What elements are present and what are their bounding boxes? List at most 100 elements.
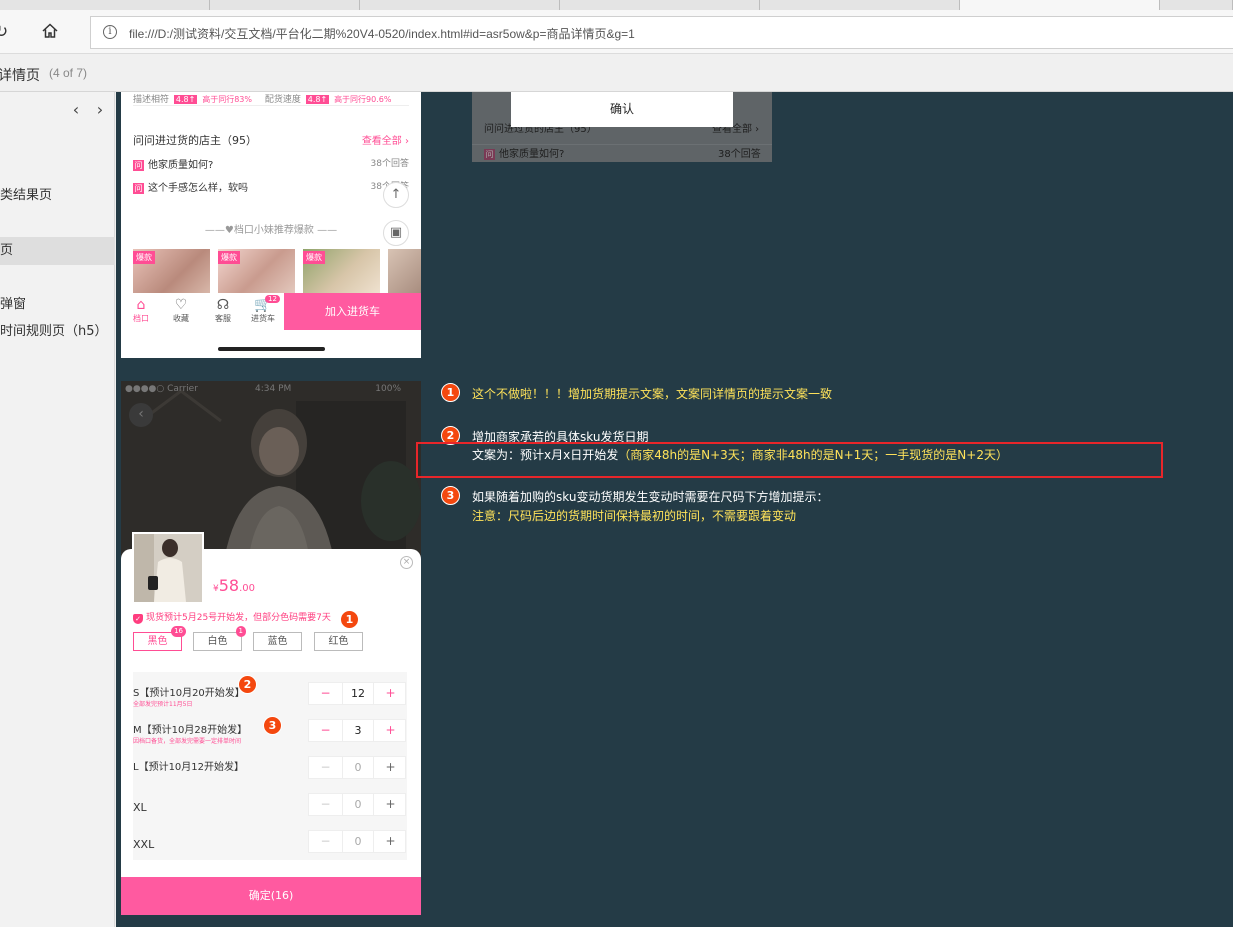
quantity-input[interactable]: 0 (342, 831, 374, 852)
qa-answer-count: 38个回答 (718, 149, 761, 160)
rating-desc-score: 4.8↑ (173, 95, 198, 104)
quantity-input[interactable]: 12 (342, 683, 374, 704)
browser-tab[interactable] (0, 0, 210, 10)
home-icon[interactable] (40, 21, 60, 41)
close-icon[interactable]: × (400, 556, 413, 569)
hot-tag: 爆款 (303, 251, 325, 264)
size-row-s: S【预计10月20开始发】 全部发完预计11月5日 − 12 + (133, 682, 407, 714)
size-label: XXL (133, 838, 155, 851)
quantity-stepper: − 3 + (308, 719, 406, 742)
back-button[interactable]: ‹ (129, 403, 153, 427)
size-row-xxl: XXL − 0 + (133, 830, 407, 862)
increment-button[interactable]: + (374, 720, 407, 741)
product-thumb[interactable]: 爆款 (218, 249, 295, 293)
decrement-button[interactable]: − (309, 794, 342, 815)
qa-item[interactable]: 问他家质量如何? 38个回答 (133, 156, 409, 172)
size-label: M【预计10月28开始发】 (133, 725, 248, 736)
tab-cart[interactable]: 🛒 12 进货车 (248, 295, 280, 324)
url-input[interactable]: i file:///D:/测试资料/交互文档/平台化二期%20V4-0520/i… (90, 16, 1233, 49)
color-option-red[interactable]: 红色 (314, 632, 363, 651)
confirm-button[interactable]: 确定(16) (121, 877, 421, 915)
info-icon[interactable]: i (103, 25, 117, 39)
quantity-input[interactable]: 0 (342, 757, 374, 778)
rating-ship-score: 4.8↑ (305, 95, 330, 104)
divider (133, 105, 409, 106)
hot-tag: 爆款 (218, 251, 240, 264)
sidebar-item-search-result[interactable]: 类结果页 (0, 182, 115, 210)
browser-tab[interactable] (560, 0, 760, 10)
next-page-icon[interactable]: › (93, 100, 107, 119)
qa-item[interactable]: 问这个手感怎么样，软吗 38个回答 (133, 179, 409, 195)
qa-badge: 问 (133, 182, 144, 194)
qa-question: 这个手感怎么样，软吗 (148, 183, 248, 194)
browser-tab[interactable] (360, 0, 560, 10)
prototype-canvas: 描述相符 4.8↑ 高于同行83% 配货速度 4.8↑ 高于同行90.6% 问问… (116, 92, 1233, 927)
address-bar-row: ↻ i file:///D:/测试资料/交互文档/平台化二期%20V4-0520… (0, 10, 1233, 54)
decrement-button[interactable]: − (309, 831, 342, 852)
rating-desc-sub: 高于同行83% (202, 95, 252, 104)
tab-shop[interactable]: ⌂ 档口 (126, 297, 156, 324)
battery-label: 100% (375, 384, 401, 394)
qa-item: 问他家质量如何? (484, 148, 565, 160)
annotation-note-3-body: 注意：尺码后边的货期时间保持最初的时间，不需要跟着变动 (472, 509, 797, 523)
quantity-stepper: − 0 + (308, 756, 406, 779)
size-list: S【预计10月20开始发】 全部发完预计11月5日 − 12 + M【预计10月… (133, 672, 407, 860)
increment-button[interactable]: + (374, 757, 407, 778)
add-to-cart-button[interactable]: 加入进货车 (284, 293, 421, 330)
size-hint: 全部发完预计11月5日 (133, 701, 193, 708)
browser-tab[interactable] (210, 0, 360, 10)
decrement-button[interactable]: − (309, 757, 342, 778)
sidebar-item-popup[interactable]: 弹窗 (0, 291, 115, 319)
browser-tab-active[interactable] (960, 0, 1160, 10)
browser-tab-strip (0, 0, 1233, 10)
tab-favorite[interactable]: ♡ 收藏 (166, 297, 196, 324)
increment-button[interactable]: + (374, 831, 407, 852)
product-thumbnail (132, 532, 204, 604)
color-option-white[interactable]: 白色 1 (193, 626, 246, 651)
qa-badge: 问 (133, 159, 144, 171)
increment-button[interactable]: + (374, 794, 407, 815)
home-indicator (218, 347, 325, 351)
browser-tab[interactable] (1160, 0, 1233, 10)
price-label: ¥58.00 (213, 576, 255, 595)
annotation-note-1: 这个不做啦！！！增加货期提示文案，文案同详情页的提示文案一致 (472, 387, 833, 401)
product-thumb[interactable]: 爆款 (303, 249, 380, 293)
product-thumb[interactable]: 爆款 (133, 249, 210, 293)
heart-icon: ♡ (174, 297, 188, 313)
dialog-preview: 问问进过货的店主（95） 查看全部 › 确认 问他家质量如何? 38个回答 (472, 92, 772, 162)
product-detail-screen: 描述相符 4.8↑ 高于同行83% 配货速度 4.8↑ 高于同行90.6% 问问… (121, 92, 421, 358)
quantity-input[interactable]: 0 (342, 794, 374, 815)
qa-view-all-link[interactable]: 查看全部 › (362, 132, 409, 147)
color-option-black[interactable]: 黑色 16 (133, 626, 186, 651)
prev-page-icon[interactable]: ‹ (69, 100, 83, 119)
scroll-top-button[interactable]: ↑ (383, 182, 409, 208)
hot-tag: 爆款 (133, 251, 155, 264)
color-count-badge: 1 (235, 626, 246, 637)
quantity-input[interactable]: 3 (342, 720, 374, 741)
marker-1: 1 (340, 610, 359, 629)
browser-tab[interactable] (760, 0, 960, 10)
refresh-icon[interactable]: ↻ (0, 22, 14, 42)
carrier-label: ●●●●○ Carrier (125, 384, 198, 394)
rating-ship-sub: 高于同行90.6% (334, 95, 392, 104)
sidebar-item-detail[interactable]: 页 (0, 237, 115, 265)
product-thumb[interactable] (388, 249, 421, 293)
increment-button[interactable]: + (374, 683, 407, 704)
marker-2: 2 (238, 675, 257, 694)
color-option-blue[interactable]: 蓝色 (253, 632, 302, 651)
decrement-button[interactable]: − (309, 683, 342, 704)
marker-3: 3 (441, 486, 460, 505)
status-bar: ●●●●○ Carrier 4:34 PM 100% (121, 381, 421, 397)
recommend-title: ——♥档口小妹推荐爆款 —— (204, 225, 338, 236)
sidebar-item-time-rules[interactable]: 时间规则页（h5） (0, 318, 115, 346)
size-row-xl: XL − 0 + (133, 793, 407, 825)
tab-service[interactable]: ☊ 客服 (208, 297, 238, 324)
annotation-note-3-title: 如果随着加购的sku变动货期发生变动时需要在尺码下方增加提示： (472, 490, 829, 504)
dialog-confirm-button[interactable]: 确认 (511, 92, 733, 127)
shipping-notice: ✓ 现货预计5月25号开始发，但部分色码需要7天 (133, 610, 331, 624)
color-count-badge: 16 (171, 626, 186, 637)
qa-badge: 问 (484, 148, 495, 160)
size-label: S【预计10月20开始发】 (133, 688, 245, 699)
decrement-button[interactable]: − (309, 720, 342, 741)
headset-icon: ☊ (216, 297, 230, 313)
